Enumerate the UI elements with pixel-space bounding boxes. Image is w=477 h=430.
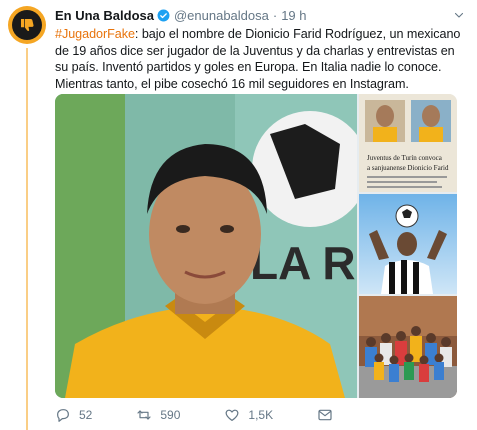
wall-text: LA RI: [250, 237, 357, 289]
tweet[interactable]: En Una Baldosa @enunabaldosa · 19 h #Jug…: [0, 0, 477, 430]
display-name[interactable]: En Una Baldosa: [55, 8, 154, 23]
clipping-headline-2: a sanjuanense Dionicio Farid: [367, 164, 449, 172]
like-icon: [225, 409, 239, 421]
thread-line: [26, 48, 28, 430]
juventus-player-photo[interactable]: [359, 194, 457, 294]
like-button[interactable]: 1,5K: [224, 407, 273, 423]
message-icon: [318, 409, 332, 421]
timestamp[interactable]: 19 h: [281, 8, 306, 23]
message-button[interactable]: [317, 407, 341, 423]
retweet-icon: [137, 410, 151, 420]
retweet-button[interactable]: 590: [136, 407, 180, 423]
main-photo[interactable]: LA RI: [55, 94, 357, 398]
media-grid: LA RI Juventus de Turín convoca a sanjua…: [55, 94, 457, 398]
avatar[interactable]: [8, 6, 46, 44]
retweet-count: 590: [160, 408, 181, 422]
chevron-down-icon[interactable]: [453, 9, 465, 21]
group-photo[interactable]: [359, 296, 457, 398]
newspaper-clipping-photo[interactable]: Juventus de Turín convoca a sanjuanense …: [359, 94, 457, 192]
verified-badge-icon: [157, 9, 170, 21]
reply-button[interactable]: 52: [55, 407, 92, 423]
tweet-text: #JugadorFake: bajo el nombre de Dionicio…: [55, 26, 467, 92]
tweet-header: En Una Baldosa @enunabaldosa · 19 h: [55, 7, 447, 23]
handle[interactable]: @enunabaldosa: [174, 8, 269, 23]
like-count: 1,5K: [248, 408, 274, 422]
thumbs-down-icon: [12, 10, 42, 40]
separator: ·: [272, 7, 278, 23]
tweet-actions: 52 590 1,5K: [55, 404, 385, 426]
hashtag-link[interactable]: #JugadorFake: [55, 27, 135, 41]
reply-count: 52: [79, 408, 93, 422]
reply-icon: [57, 409, 69, 422]
clipping-headline-1: Juventus de Turín convoca: [367, 154, 443, 162]
